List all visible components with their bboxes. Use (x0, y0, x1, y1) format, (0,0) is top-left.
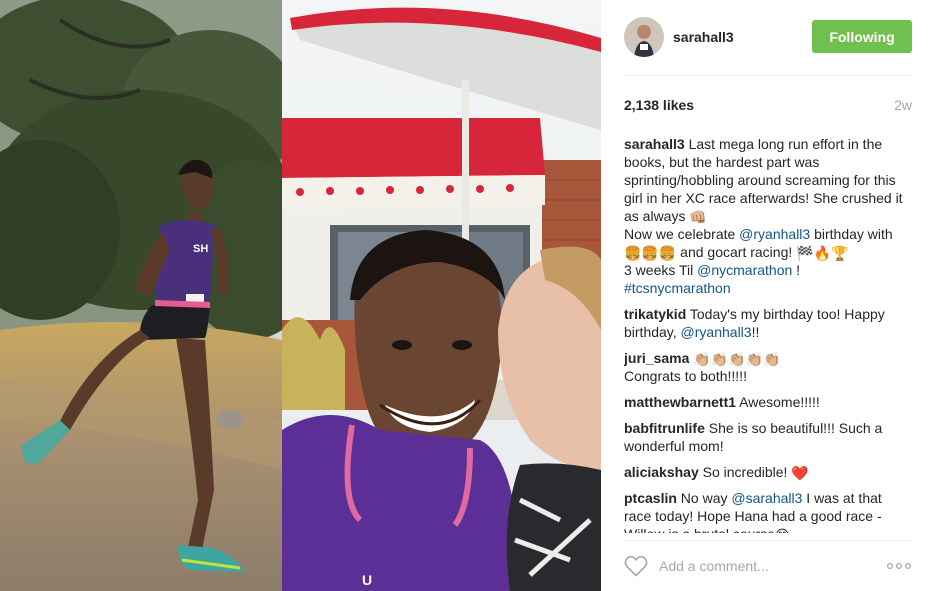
comments-list: sarahall3 Last mega long run effort in t… (624, 135, 912, 533)
comment-item: ptcaslin No way @sarahall3 I was at that… (624, 489, 912, 533)
avatar[interactable] (624, 17, 664, 57)
emoji: ❤️ (791, 465, 809, 481)
comment-item: juri_sama 👏🏼👏🏼👏🏼👏🏼👏🏼 Congrats to both!!!!… (624, 349, 912, 385)
mention-link[interactable]: @ryanhall3 (739, 226, 810, 242)
comment-text: So incredible! (698, 464, 792, 480)
comment-item: trikatykid Today's my birthday too! Happ… (624, 305, 912, 341)
post-username[interactable]: sarahall3 (673, 29, 734, 45)
comment-author[interactable]: sarahall3 (624, 136, 685, 152)
comment-author[interactable]: juri_sama (624, 350, 689, 366)
comment-item: matthewbarnett1 Awesome!!!!! (624, 393, 912, 411)
comment-text: ! (792, 262, 801, 278)
mention-link[interactable]: @ryanhall3 (681, 324, 752, 340)
comment-author[interactable]: ptcaslin (624, 490, 677, 506)
post-side-panel: sarahall3 Following 2,138 likes 2w sarah… (601, 0, 934, 591)
comment-text: and gocart racing! (676, 244, 797, 260)
emoji: 👊🏼 (689, 209, 707, 225)
avatar-image (624, 17, 664, 57)
comment-text: Awesome!!!!! (736, 394, 820, 410)
comment-text: Now we celebrate (624, 226, 740, 242)
mention-link[interactable]: @sarahall3 (731, 490, 802, 506)
comment-author[interactable]: matthewbarnett1 (624, 394, 736, 410)
comment-text: 3 weeks Til (624, 262, 698, 278)
emoji: 🍔🍔🍔 (624, 245, 677, 261)
post-age[interactable]: 2w (894, 97, 912, 113)
right-photo-selfie: U (282, 0, 601, 591)
post-photo[interactable]: SH 23 (0, 0, 601, 591)
emoji: 🏁🔥🏆 (796, 245, 849, 261)
following-button[interactable]: Following (812, 20, 912, 53)
post-footer (624, 540, 912, 591)
emoji: 👏🏼👏🏼👏🏼👏🏼👏🏼 (693, 351, 781, 367)
svg-text:U: U (362, 572, 372, 588)
comment-author[interactable]: babfitrunlife (624, 420, 705, 436)
comment-author[interactable]: aliciakshay (624, 464, 699, 480)
comment-item: sarahall3 Last mega long run effort in t… (624, 135, 912, 297)
comment-text: !! (751, 324, 760, 340)
comment-item: aliciakshay So incredible! ❤️ (624, 463, 912, 481)
emoji: 😁 (775, 528, 790, 533)
comment-text: birthday with (810, 226, 893, 242)
hashtag-link[interactable]: #tcsnycmarathon (624, 280, 731, 296)
comment-text: Congrats to both!!!!! (624, 368, 747, 384)
ellipsis-icon[interactable] (886, 555, 912, 577)
add-comment-input[interactable] (659, 555, 869, 577)
comment-author[interactable]: trikatykid (624, 306, 686, 322)
post-header: sarahall3 Following (624, 0, 912, 76)
heart-outline-icon[interactable] (624, 555, 648, 577)
likes-count[interactable]: 2,138 likes (624, 97, 694, 113)
comment-text: No way (676, 490, 732, 506)
svg-text:SH: SH (193, 243, 208, 255)
left-photo-runner: SH 23 (0, 0, 320, 591)
mention-link[interactable]: @nycmarathon (697, 262, 792, 278)
post-meta: 2,138 likes 2w (624, 97, 912, 113)
comment-item: babfitrunlife She is so beautiful!!! Suc… (624, 419, 912, 455)
